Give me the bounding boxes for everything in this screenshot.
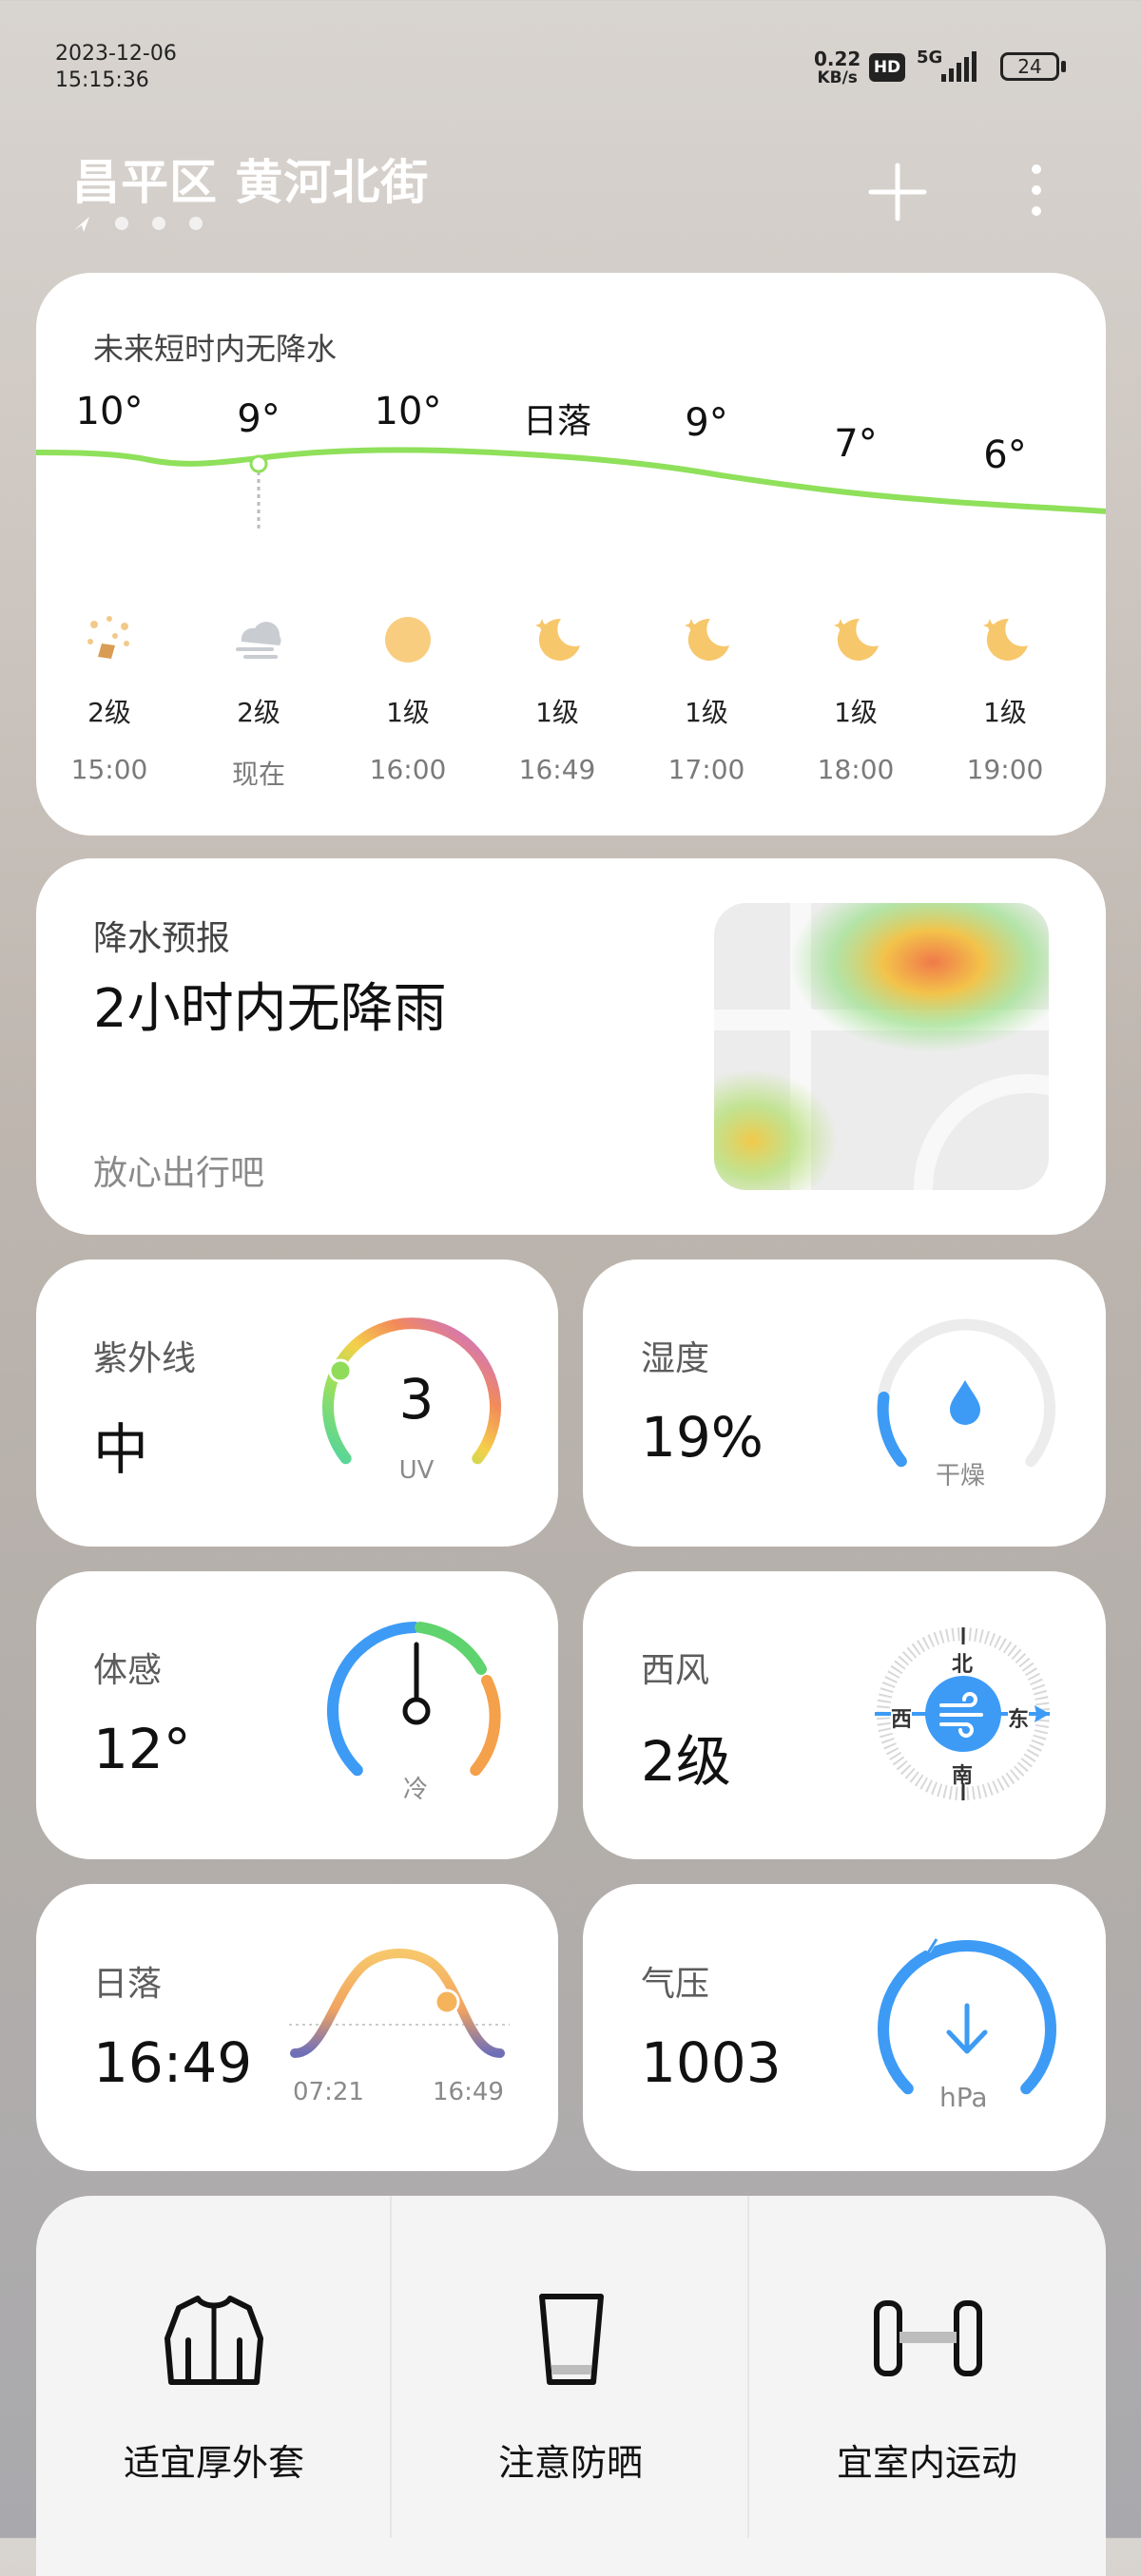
hourly-sunset-label: 日落: [522, 402, 592, 441]
compass-north: 北: [952, 1653, 974, 1677]
status-clock: 15:15:36: [55, 68, 149, 92]
hourly-wind-level: 2级: [237, 697, 280, 728]
sun-icon: [385, 617, 431, 663]
pressure-unit: hPa: [939, 2082, 988, 2113]
sunrise-time: 07:21: [293, 2078, 364, 2106]
hourly-time: 16:00: [369, 754, 447, 785]
compass-south: 南: [952, 1764, 974, 1788]
moon-icon: [983, 618, 1028, 661]
signal-icon: [941, 51, 977, 82]
sunset-time: 16:49: [433, 2078, 504, 2106]
precip-notice: 未来短时内无降水: [93, 331, 338, 367]
net-speed: 0.22 KB/s: [814, 48, 861, 87]
hourly-temp: 10°: [75, 390, 144, 433]
tip-label: 宜室内运动: [836, 2442, 1018, 2484]
tips-divider: [390, 2196, 392, 2538]
more-vertical-icon[interactable]: [1017, 160, 1055, 221]
hourly-time: 19:00: [966, 754, 1044, 785]
life-tips-card: [36, 2196, 1106, 2576]
humidity-value: 19%: [641, 1405, 764, 1470]
sunset-value: 16:49: [93, 2030, 253, 2095]
feels-desc: 冷: [403, 1776, 429, 1804]
feels-value: 12°: [93, 1717, 191, 1781]
hourly-wind-level: 1级: [983, 697, 1027, 728]
tip-label: 适宜厚外套: [123, 2442, 305, 2484]
uv-unit: UV: [398, 1456, 435, 1485]
battery-tip: [1061, 61, 1066, 72]
moon-icon: [834, 618, 879, 661]
hourly-temp: 9°: [237, 397, 280, 441]
moon-icon: [685, 618, 729, 661]
dumbbell-icon: [874, 2300, 982, 2376]
tips-divider: [747, 2196, 749, 2538]
hourly-wind-level: 1级: [834, 697, 878, 728]
hourly-wind-level: 2级: [87, 697, 131, 728]
precip-sub: 放心出行吧: [93, 1154, 265, 1193]
uv-index: 3: [398, 1367, 435, 1432]
battery-icon: 24: [1000, 52, 1059, 81]
hourly-temp: 7°: [834, 422, 878, 466]
sun-path-chart: [289, 1949, 510, 2058]
compass-east: 东: [1008, 1702, 1030, 1733]
hourly-temp: 9°: [685, 401, 728, 445]
haze-cloud-icon: [236, 622, 281, 659]
uv-label: 紫外线: [93, 1339, 197, 1378]
page-indicator[interactable]: [72, 213, 262, 232]
precip-map[interactable]: [714, 903, 1049, 1190]
precip-title: 降水预报: [93, 919, 231, 958]
wind-value: 2级: [641, 1729, 731, 1794]
hourly-time: 15:00: [70, 754, 148, 785]
location-title[interactable]: 昌平区 黄河北街: [72, 144, 429, 213]
pressure-value: 1003: [641, 2030, 782, 2095]
location-arrow-icon: [74, 217, 203, 232]
sand-dust-icon: [87, 616, 129, 659]
plus-icon[interactable]: [867, 162, 928, 222]
hourly-temp: 6°: [983, 433, 1027, 477]
humidity-desc: 干燥: [936, 1462, 986, 1490]
hourly-time: 18:00: [817, 754, 895, 785]
hd-icon: HD: [869, 53, 905, 82]
pressure-label: 气压: [641, 1965, 710, 2004]
moon-icon: [535, 618, 580, 661]
jacket-icon: [164, 2296, 263, 2385]
humidity-label: 湿度: [641, 1339, 710, 1378]
hourly-wind-level: 1级: [685, 697, 728, 728]
compass-west: 西: [891, 1702, 913, 1733]
hourly-temp: 10°: [374, 390, 442, 433]
sunset-label: 日落: [93, 1965, 163, 2004]
wind-label: 西风: [641, 1651, 710, 1690]
tip-label: 注意防晒: [497, 2442, 644, 2484]
hourly-wind-level: 1级: [535, 697, 579, 728]
precip-headline: 2小时内无降雨: [93, 978, 447, 1040]
hourly-time: 17:00: [667, 754, 745, 785]
status-date: 2023-12-06: [55, 42, 177, 66]
hourly-time: 现在: [231, 759, 286, 790]
water-drop-icon: [950, 1380, 980, 1425]
cup-icon: [539, 2294, 604, 2385]
hourly-wind-level: 1级: [386, 697, 430, 728]
uv-value: 中: [93, 1417, 149, 1482]
feels-label: 体感: [93, 1651, 163, 1690]
hourly-time: 16:49: [518, 754, 596, 785]
